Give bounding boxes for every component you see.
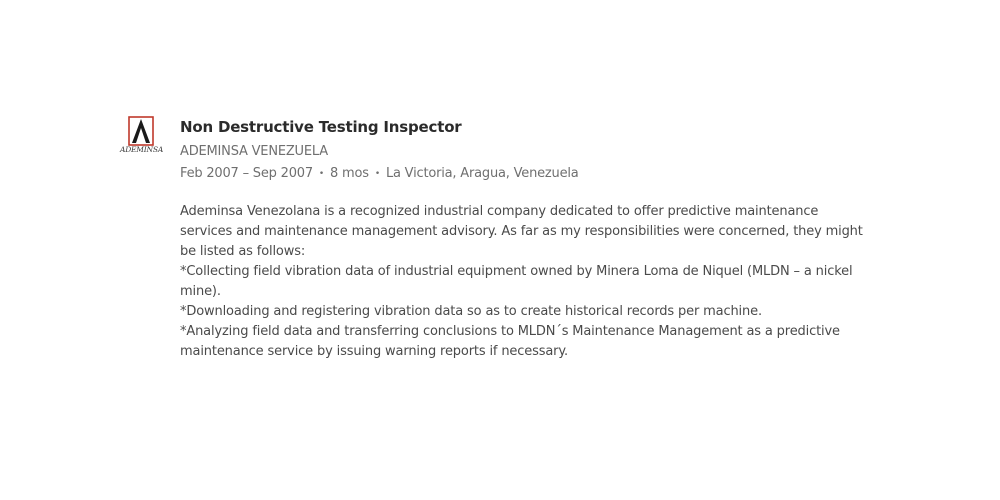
ademinsa-logo-icon xyxy=(128,116,154,146)
description-paragraph: *Analyzing field data and transferring c… xyxy=(180,324,840,359)
logo-wordmark: ADEMINSA xyxy=(120,145,164,154)
separator-dot: • xyxy=(374,169,380,179)
company-logo[interactable]: ADEMINSA xyxy=(120,114,164,162)
company-name[interactable]: ADEMINSA VENEZUELA xyxy=(180,144,870,160)
description-paragraph: Ademinsa Venezolana is a recognized indu… xyxy=(180,204,863,259)
job-meta: Feb 2007 – Sep 2007 • 8 mos • La Victoria, A… xyxy=(180,166,870,182)
date-range: Feb 2007 – Sep 2007 xyxy=(180,166,313,181)
job-description: Ademinsa Venezolana is a recognized indu… xyxy=(180,202,870,362)
entry-content: Non Destructive Testing Inspector ADEMIN… xyxy=(180,114,870,362)
duration: 8 mos xyxy=(330,166,369,181)
job-title[interactable]: Non Destructive Testing Inspector xyxy=(180,117,870,137)
separator-dot: • xyxy=(318,169,325,179)
description-paragraph: *Downloading and registering vibration d… xyxy=(180,304,762,319)
location: La Victoria, Aragua, Venezuela xyxy=(385,166,579,181)
description-paragraph: *Collecting field vibration data of indu… xyxy=(180,264,853,299)
